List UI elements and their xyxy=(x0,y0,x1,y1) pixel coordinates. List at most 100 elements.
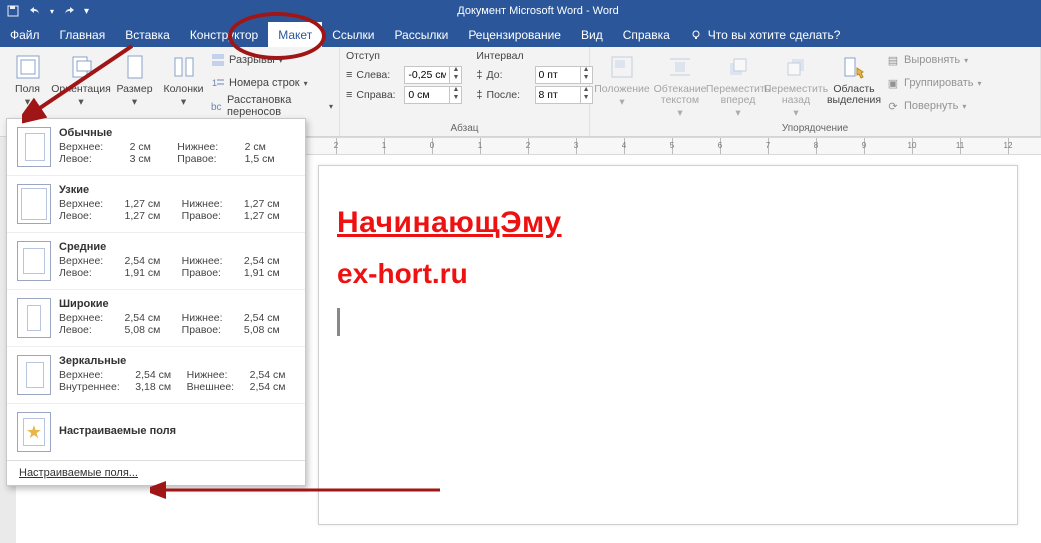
margins-custom-footer[interactable]: Настраиваемые поля... xyxy=(7,460,305,485)
redo-icon[interactable] xyxy=(62,4,76,18)
indent-right-label: Справа: xyxy=(356,89,400,101)
indent-right-input[interactable] xyxy=(405,87,449,103)
page-setup-stack: Разрывы ▾ 1 Номера строк ▾ bc Расстановк… xyxy=(211,50,333,116)
chevron-down-icon: ▾ xyxy=(677,108,682,119)
chevron-down-icon: ▾ xyxy=(978,79,982,88)
columns-icon xyxy=(169,52,199,82)
svg-text:bc: bc xyxy=(211,102,222,112)
tab-review[interactable]: Рецензирование xyxy=(458,22,571,47)
margins-thumb-icon xyxy=(17,241,51,281)
margins-label: Поля xyxy=(15,84,40,95)
margins-icon xyxy=(13,52,43,82)
group-objects-label: Группировать xyxy=(904,77,974,89)
margins-button[interactable]: Поля ▾ xyxy=(6,50,49,108)
hyphenation-label: Расстановка переносов xyxy=(227,94,325,118)
document-page[interactable]: НачинающЭму ex-hort.ru xyxy=(318,165,1018,525)
tab-mailings[interactable]: Рассылки xyxy=(384,22,458,47)
line-numbers-button[interactable]: 1 Номера строк ▾ xyxy=(211,73,333,93)
margins-option[interactable]: ШирокиеВерхнее:2,54 смНижнее:2,54 смЛево… xyxy=(7,289,305,346)
bring-forward-button[interactable]: Переместить вперед ▾ xyxy=(712,50,764,119)
group-paragraph: Отступ ≡ Слева: ▲▼ ≡ Справа: ▲▼ xyxy=(340,47,590,136)
breaks-label: Разрывы xyxy=(229,54,275,66)
size-label: Размер xyxy=(116,84,152,95)
spacing-before-input[interactable] xyxy=(536,67,580,83)
spacing-after-spinner[interactable]: ▲▼ xyxy=(535,86,593,104)
group-arrange: Положение ▾ Обтекание текстом ▾ Перемест… xyxy=(590,47,1041,136)
orientation-button[interactable]: Ориентация ▾ xyxy=(55,50,107,108)
margins-option-title: Средние xyxy=(59,241,295,253)
undo-icon[interactable] xyxy=(28,4,42,18)
svg-text:1: 1 xyxy=(212,78,217,88)
doc-heading[interactable]: НачинающЭму xyxy=(337,206,999,240)
margins-thumb-custom-icon xyxy=(17,412,51,452)
save-icon[interactable] xyxy=(6,4,20,18)
undo-dropdown-icon[interactable]: ▾ xyxy=(50,7,54,16)
indent-left-input[interactable] xyxy=(405,67,449,83)
tab-file[interactable]: Файл xyxy=(0,22,50,47)
rotate-label: Повернуть xyxy=(904,100,958,112)
bring-forward-icon xyxy=(723,52,753,82)
indent-left-spinner[interactable]: ▲▼ xyxy=(404,66,462,84)
align-label: Выровнять xyxy=(904,54,960,66)
tab-view[interactable]: Вид xyxy=(571,22,613,47)
lightbulb-icon xyxy=(690,29,702,41)
rotate-icon: ⟳ xyxy=(886,99,900,113)
margins-option[interactable]: УзкиеВерхнее:1,27 смНижнее:1,27 смЛевое:… xyxy=(7,175,305,232)
spacing-after-icon: ‡ xyxy=(476,89,482,101)
title-bar: ▾ ▾ Документ Microsoft Word - Word xyxy=(0,0,1041,22)
margins-option[interactable]: СредниеВерхнее:2,54 смНижнее:2,54 смЛево… xyxy=(7,232,305,289)
chevron-down-icon: ▾ xyxy=(962,102,966,111)
wrap-button[interactable]: Обтекание текстом ▾ xyxy=(654,50,706,119)
selection-pane-label: Область выделения xyxy=(827,84,881,106)
line-numbers-label: Номера строк xyxy=(229,77,300,89)
doc-subheading[interactable]: ex-hort.ru xyxy=(337,258,999,290)
margins-dropdown: ОбычныеВерхнее:2 смНижнее:2 смЛевое:3 см… xyxy=(6,118,306,486)
orientation-icon xyxy=(66,52,96,82)
group-objects-button[interactable]: ▣ Группировать ▾ xyxy=(886,73,982,93)
tab-references[interactable]: Ссылки xyxy=(322,22,384,47)
qat-more-icon[interactable]: ▾ xyxy=(84,6,89,17)
margins-thumb-icon xyxy=(17,184,51,224)
columns-label: Колонки xyxy=(163,84,203,95)
spacing-after-input[interactable] xyxy=(536,87,580,103)
chevron-down-icon: ▾ xyxy=(25,97,30,108)
position-button[interactable]: Положение ▾ xyxy=(596,50,648,108)
chevron-down-icon: ▾ xyxy=(964,56,968,65)
spacing-before-spinner[interactable]: ▲▼ xyxy=(535,66,593,84)
tab-design[interactable]: Конструктор xyxy=(180,22,268,47)
send-backward-button[interactable]: Переместить назад ▾ xyxy=(770,50,822,119)
margins-option[interactable]: ОбычныеВерхнее:2 смНижнее:2 смЛевое:3 см… xyxy=(7,119,305,175)
align-button[interactable]: ▤ Выровнять ▾ xyxy=(886,50,982,70)
margins-thumb-icon xyxy=(17,127,51,167)
tab-home[interactable]: Главная xyxy=(50,22,116,47)
indent-left-icon: ≡ xyxy=(346,69,352,81)
horizontal-ruler[interactable]: 21012345678910111213 xyxy=(306,137,1041,155)
spacing-after-label: После: xyxy=(487,89,531,101)
size-icon xyxy=(120,52,150,82)
spin-down-icon[interactable]: ▼ xyxy=(450,95,461,103)
tab-help[interactable]: Справка xyxy=(613,22,680,47)
wrap-label: Обтекание текстом xyxy=(654,84,707,106)
margins-option-last-custom[interactable]: Настраиваемые поля xyxy=(7,403,305,460)
spin-down-icon[interactable]: ▼ xyxy=(450,75,461,83)
position-label: Положение xyxy=(594,84,650,95)
breaks-icon xyxy=(211,53,225,67)
tab-layout[interactable]: Макет xyxy=(268,22,322,47)
ribbon-tabs: Файл Главная Вставка Конструктор Макет С… xyxy=(0,22,1041,47)
chevron-down-icon: ▾ xyxy=(735,108,740,119)
spacing-before-label: До: xyxy=(487,69,531,81)
rotate-button[interactable]: ⟳ Повернуть ▾ xyxy=(886,96,982,116)
hyphenation-button[interactable]: bc Расстановка переносов ▾ xyxy=(211,96,333,116)
columns-button[interactable]: Колонки ▾ xyxy=(162,50,205,108)
wrap-icon xyxy=(665,52,695,82)
indent-right-spinner[interactable]: ▲▼ xyxy=(404,86,462,104)
tell-me[interactable]: Что вы хотите сделать? xyxy=(680,22,851,47)
chevron-down-icon: ▾ xyxy=(304,79,308,88)
orientation-label: Ориентация xyxy=(51,84,111,95)
tab-insert[interactable]: Вставка xyxy=(115,22,180,47)
margins-option[interactable]: ЗеркальныеВерхнее:2,54 смНижнее:2,54 смВ… xyxy=(7,346,305,403)
selection-pane-button[interactable]: Область выделения xyxy=(828,50,880,106)
size-button[interactable]: Размер ▾ xyxy=(113,50,156,108)
breaks-button[interactable]: Разрывы ▾ xyxy=(211,50,333,70)
position-icon xyxy=(607,52,637,82)
